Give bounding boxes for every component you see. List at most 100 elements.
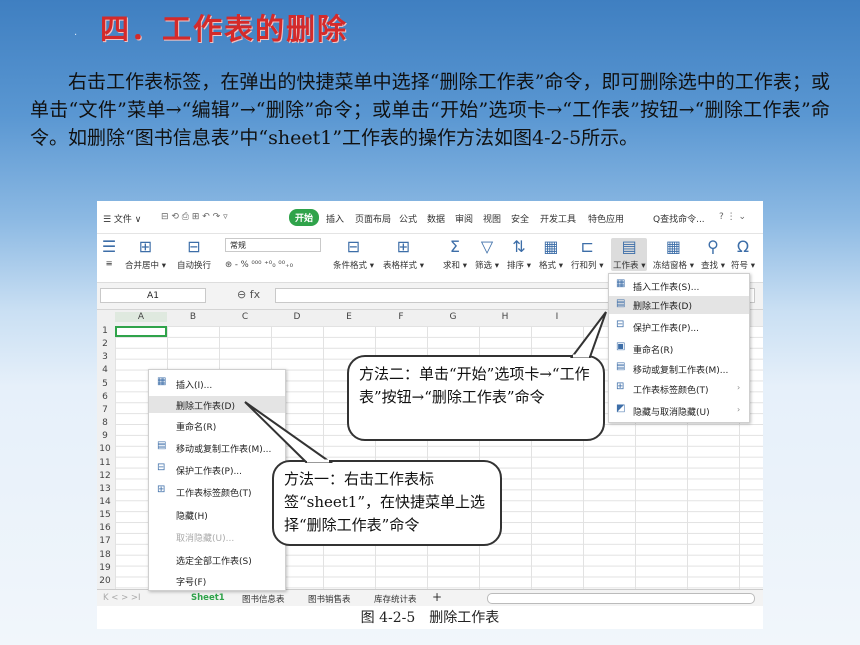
help-icons[interactable]: ? ⋮ ⌄ <box>719 212 746 222</box>
row-header[interactable]: 10 <box>97 444 113 455</box>
menu-insert[interactable]: ▦ 插入(I)... <box>149 376 285 392</box>
tab-security[interactable]: 安全 <box>511 212 529 225</box>
menu-move-copy[interactable]: ▤ 移动或复制工作表(M)... <box>149 440 285 456</box>
menu-select-all-sheets[interactable]: 选定全部工作表(S) <box>149 552 285 568</box>
row-header[interactable]: 1 <box>97 326 113 337</box>
tab-page-layout[interactable]: 页面布局 <box>355 212 391 225</box>
col-header-b[interactable]: B <box>167 312 219 322</box>
row-header[interactable]: 14 <box>97 497 113 508</box>
menu-protect[interactable]: ⊟ 保护工作表(P)... <box>149 462 285 478</box>
selected-cell-a1[interactable] <box>115 326 167 337</box>
tab-view[interactable]: 视图 <box>483 212 501 225</box>
row-col-icon: ⊏ <box>580 237 594 256</box>
row-header[interactable]: 12 <box>97 471 113 482</box>
insert-sheet-icon: ▦ <box>616 278 626 289</box>
tab-developer[interactable]: 开发工具 <box>540 212 576 225</box>
sort-button[interactable]: ⇅ 排序 ▾ <box>507 237 531 272</box>
format-icon: ▦ <box>543 237 559 256</box>
row-header[interactable]: 20 <box>97 576 113 587</box>
tab-special[interactable]: 特色应用 <box>588 212 624 225</box>
sheet-nav-arrows[interactable]: K < > >I <box>103 593 141 603</box>
menu-unhide[interactable]: 取消隐藏(U)... <box>149 529 285 545</box>
worksheet-button[interactable]: ▤ 工作表 ▾ <box>611 238 648 271</box>
row-header[interactable]: 9 <box>97 431 113 442</box>
row-header[interactable]: 4 <box>97 365 113 376</box>
table-style-button[interactable]: ⊞ 表格样式 ▾ <box>383 238 424 272</box>
freeze-panes-button[interactable]: ▦ 冻结窗格 ▾ <box>653 238 694 272</box>
fx-icon[interactable]: ⊖ fx <box>237 288 260 301</box>
row-header[interactable]: 11 <box>97 458 113 469</box>
callout-method-one: 方法一：右击工作表标签“sheet1”，在快捷菜单上选择“删除工作表”命令 <box>272 460 502 546</box>
conditional-format-button[interactable]: ⊟ 条件格式 ▾ <box>333 237 374 272</box>
row-header[interactable]: 2 <box>97 339 113 350</box>
menu-delete-sheet[interactable]: 删除工作表(D) <box>149 396 285 413</box>
wmenu-hide-unhide[interactable]: ◩ 隐藏与取消隐藏(U) › <box>609 403 749 419</box>
tab-data[interactable]: 数据 <box>427 212 445 225</box>
hide-sheet-icon: ◩ <box>616 403 626 414</box>
find-button[interactable]: ⚲ 查找 ▾ <box>701 238 725 272</box>
menu-hide[interactable]: 隐藏(H) <box>149 507 285 523</box>
row-header[interactable]: 17 <box>97 536 113 547</box>
menu-rename[interactable]: 重命名(R) <box>149 418 285 434</box>
menu-tab-color[interactable]: ⊞ 工作表标签颜色(T) <box>149 484 285 500</box>
filter-button[interactable]: ▽ 筛选 ▾ <box>475 238 499 272</box>
number-format-buttons[interactable]: ⊛ - % ⁰⁰⁰ ⁺⁰₀ ⁰⁰₊₀ <box>225 260 293 270</box>
row-header[interactable]: 6 <box>97 392 113 403</box>
quick-access-icons[interactable]: ⊟ ⟲ ⎙ ⊞ ↶ ↷ ▿ <box>161 212 228 222</box>
row-header[interactable]: 18 <box>97 550 113 561</box>
row-header[interactable]: 15 <box>97 510 113 521</box>
cond-format-icon: ⊟ <box>346 237 361 256</box>
wmenu-delete-sheet[interactable]: ▤ 删除工作表(D) <box>609 296 749 314</box>
col-header-c[interactable]: C <box>219 312 271 322</box>
col-header-h[interactable]: H <box>479 312 531 322</box>
row-header[interactable]: 5 <box>97 379 113 390</box>
sheet-tab-sheet1[interactable]: Sheet1 <box>191 593 225 603</box>
wmenu-rename[interactable]: ▣ 重命名(R) <box>609 341 749 357</box>
row-header[interactable]: 19 <box>97 563 113 574</box>
format-button[interactable]: ▦ 格式 ▾ <box>539 237 563 272</box>
number-format-combo[interactable]: 常规 <box>225 238 321 252</box>
file-menu[interactable]: ☰ 文件 ∨ <box>103 212 141 225</box>
horizontal-scrollbar[interactable] <box>487 593 755 604</box>
tab-review[interactable]: 审阅 <box>455 212 473 225</box>
col-header-d[interactable]: D <box>271 312 323 322</box>
sheet-tab-inventory[interactable]: 库存统计表 <box>374 593 417 605</box>
worksheet-dropdown-menu: ▦ 插入工作表(S)... ▤ 删除工作表(D) ⊟ 保护工作表(P)... ▣ 重命名… <box>608 273 750 423</box>
merge-center-button[interactable]: ⊞ 合并居中 ▾ <box>125 238 166 272</box>
row-header[interactable]: 8 <box>97 418 113 429</box>
tab-color-sheet-icon: ⊞ <box>616 381 625 392</box>
add-sheet-icon[interactable]: + <box>432 590 442 604</box>
wmenu-insert-sheet[interactable]: ▦ 插入工作表(S)... <box>609 278 749 294</box>
name-box[interactable]: A1 <box>100 288 206 303</box>
tab-home[interactable]: 开始 <box>289 209 320 226</box>
row-header[interactable]: 13 <box>97 484 113 495</box>
callout-method-two: 方法二：单击“开始”选项卡→“工作表”按钮→“删除工作表”命令 <box>347 355 605 441</box>
tab-formula[interactable]: 公式 <box>399 212 417 225</box>
sort-icon: ⇅ <box>512 237 526 256</box>
search-command[interactable]: Q查找命令... <box>653 212 705 225</box>
align-icon[interactable]: ☰ ≡ <box>99 238 119 270</box>
row-header[interactable]: 3 <box>97 352 113 363</box>
tab-insert[interactable]: 插入 <box>326 212 344 225</box>
wmenu-move-copy[interactable]: ▤ 移动或复制工作表(M)... <box>609 361 749 377</box>
col-header-g[interactable]: G <box>427 312 479 322</box>
section-title: 四．工作表的删除 <box>100 12 349 46</box>
delete-sheet-icon: ▤ <box>616 298 626 309</box>
wmenu-protect[interactable]: ⊟ 保护工作表(P)... <box>609 319 749 335</box>
col-header-i[interactable]: I <box>531 312 583 322</box>
row-col-button[interactable]: ⊏ 行和列 ▾ <box>571 237 603 272</box>
col-header-a[interactable]: A <box>115 312 167 322</box>
rename-icon: ▣ <box>616 341 626 352</box>
sheet-tab-book-info[interactable]: 图书信息表 <box>242 593 285 605</box>
wmenu-tab-color[interactable]: ⊞ 工作表标签颜色(T) › <box>609 381 749 397</box>
menu-font-size[interactable]: 字号(F) <box>149 573 285 589</box>
col-header-f[interactable]: F <box>375 312 427 322</box>
symbol-button[interactable]: Ω 符号 ▾ <box>731 238 755 272</box>
row-header[interactable]: 7 <box>97 405 113 416</box>
sum-button[interactable]: Σ 求和 ▾ <box>443 238 467 272</box>
col-header-e[interactable]: E <box>323 312 375 322</box>
sheet-tab-book-sales[interactable]: 图书销售表 <box>308 593 351 605</box>
sheet-context-menu: ▦ 插入(I)... 删除工作表(D) 重命名(R) ▤ 移动或复制工作表(M)..… <box>148 369 286 591</box>
row-header[interactable]: 16 <box>97 523 113 534</box>
wrap-text-button[interactable]: ⊟ 自动换行 <box>177 238 211 272</box>
